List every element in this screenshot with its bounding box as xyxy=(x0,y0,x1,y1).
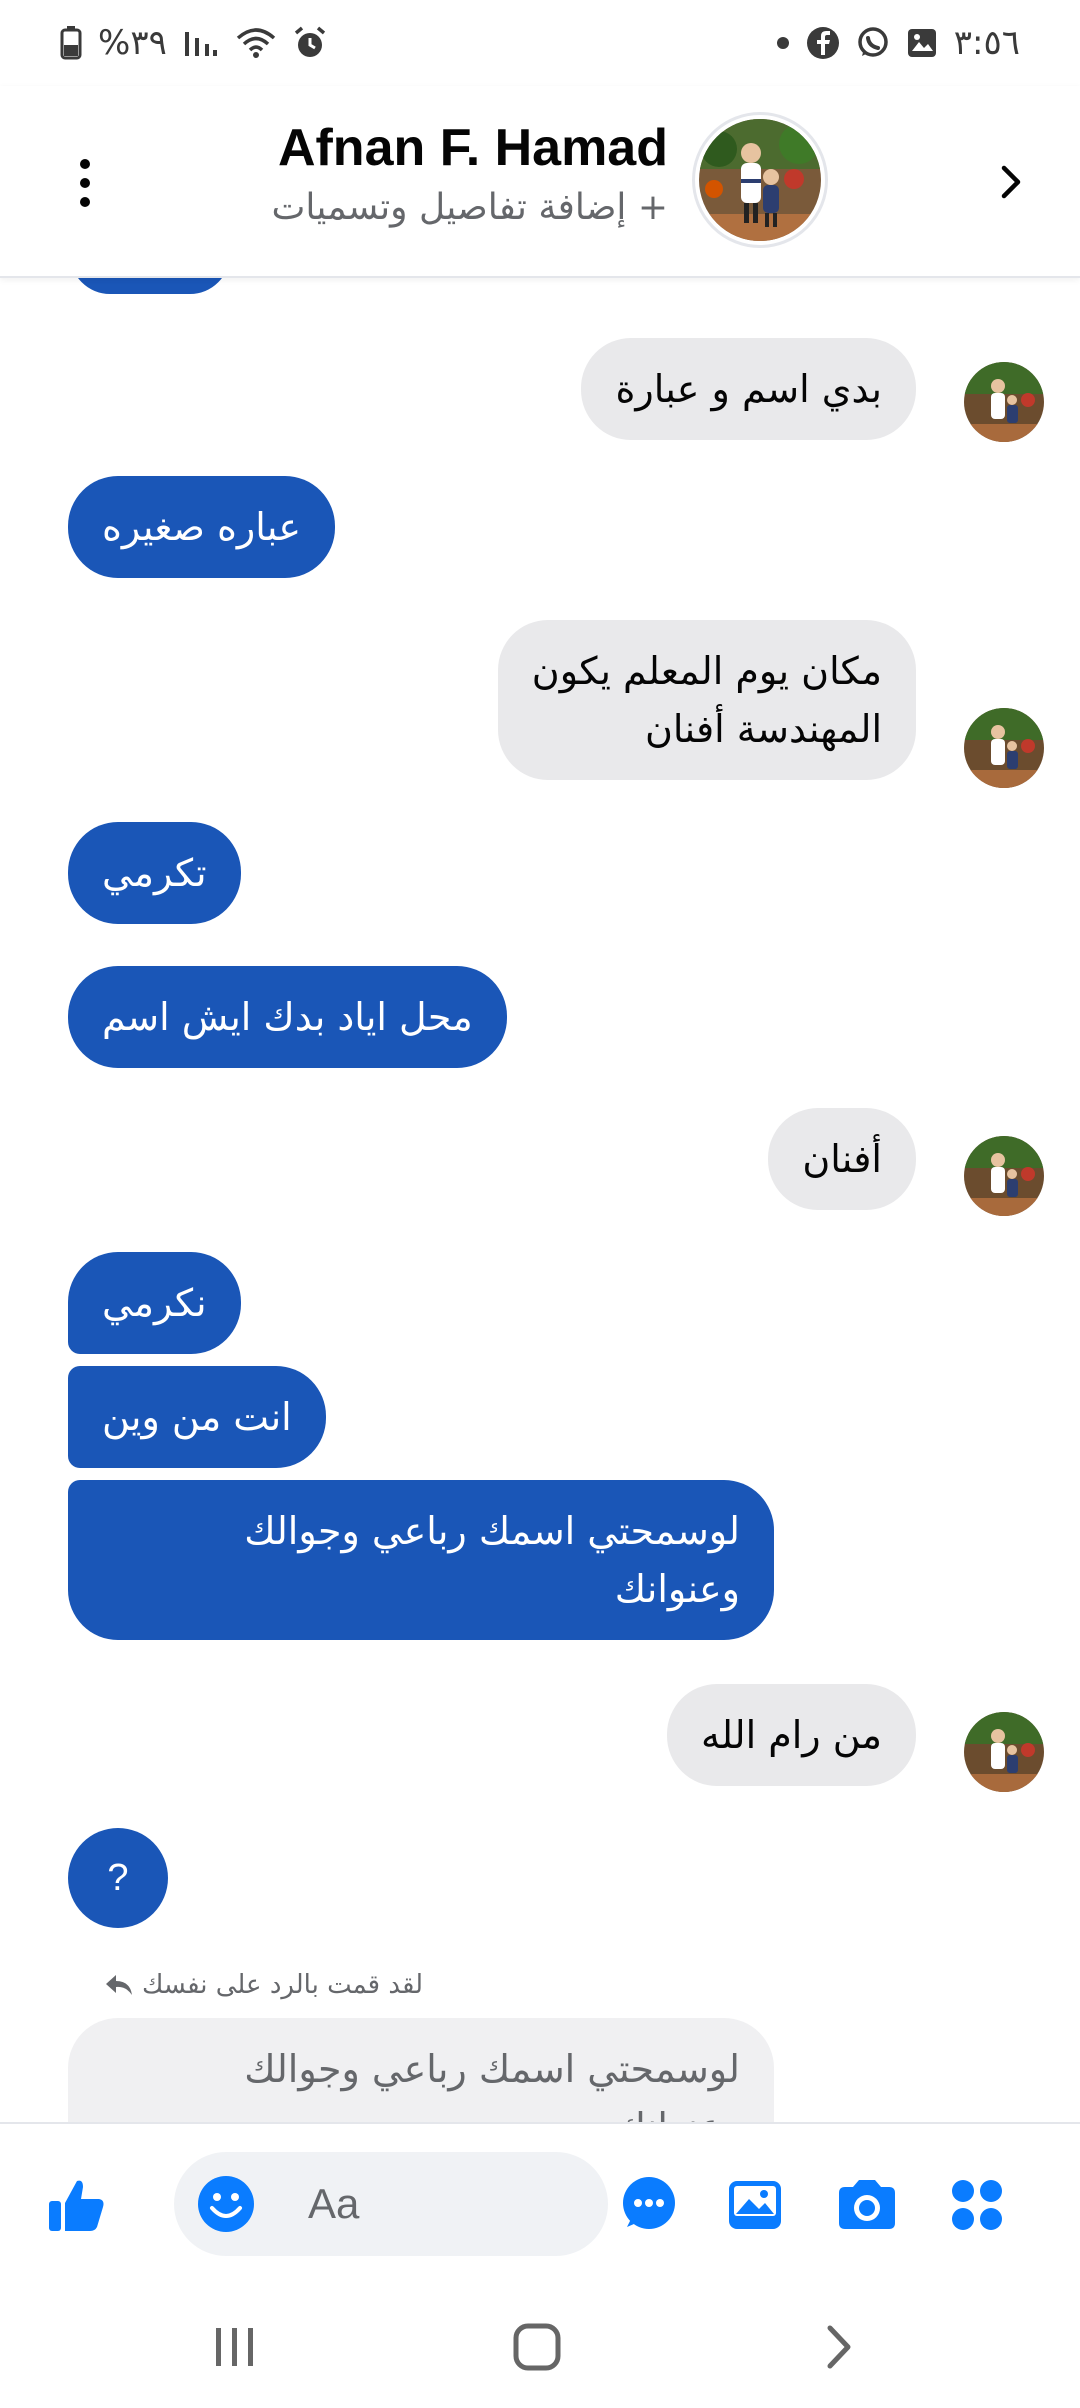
recent-apps-button[interactable] xyxy=(200,2312,270,2382)
chevron-right-icon xyxy=(1001,165,1021,199)
add-details-link[interactable]: + إضافة تفاصيل وتسميات xyxy=(272,180,669,236)
image-icon xyxy=(729,2181,781,2229)
more-options-button[interactable] xyxy=(60,148,110,218)
message-bubble-outgoing[interactable]: تكرمي xyxy=(68,822,241,924)
emoji-button[interactable] xyxy=(196,2174,256,2234)
chevron-right-icon xyxy=(827,2325,851,2369)
system-navigation-bar xyxy=(0,2282,1080,2408)
thumbs-up-icon xyxy=(49,2180,104,2231)
more-actions-button[interactable] xyxy=(942,2170,1012,2240)
recent-apps-icon xyxy=(216,2328,253,2366)
gallery-icon xyxy=(906,27,938,59)
back-button[interactable] xyxy=(980,152,1040,212)
message-bubble-outgoing[interactable]: لوسمحتي اسمك رباعي وجوالك وعنوانك xyxy=(68,1480,774,1640)
sender-avatar[interactable] xyxy=(964,1712,1044,1792)
message-bubble-incoming[interactable]: مكان يوم المعلم يكون المهندسة أفنان xyxy=(497,620,916,780)
message-bubble-outgoing[interactable]: ? xyxy=(68,1828,168,1928)
status-right: ٣:٥٦ xyxy=(776,23,1020,63)
home-icon xyxy=(513,2323,561,2371)
whatsapp-icon xyxy=(856,26,890,60)
message-bubble-incoming[interactable]: أفنان xyxy=(768,1108,916,1210)
dot-icon xyxy=(80,159,90,169)
message-bubble-outgoing[interactable]: عباره صغيره xyxy=(68,476,335,578)
battery-icon xyxy=(60,26,82,60)
avatar-photo xyxy=(964,708,1044,788)
status-time: ٣:٥٦ xyxy=(953,23,1020,63)
dot-icon xyxy=(80,178,90,188)
reply-indicator: لقد قمت بالرد على نفسك xyxy=(104,1970,423,2000)
status-bar: %٣٩ ٣:٥٦ xyxy=(0,0,1080,86)
message-bubble-outgoing[interactable]: محل اياد بدك ايش اسم xyxy=(68,966,507,1068)
message-composer xyxy=(0,2122,1080,2282)
camera-button[interactable] xyxy=(832,2170,902,2240)
nav-back-button[interactable] xyxy=(804,2312,874,2382)
signal-icon xyxy=(183,28,219,58)
like-button[interactable] xyxy=(42,2170,112,2240)
message-input[interactable] xyxy=(308,2170,588,2238)
message-bubble-incoming[interactable]: من رام الله xyxy=(667,1684,916,1786)
contact-info[interactable]: Afnan F. Hamad + إضافة تفاصيل وتسميات xyxy=(272,116,669,236)
message-bubble-outgoing[interactable]: انت من وين xyxy=(68,1366,326,1468)
avatar-photo xyxy=(699,119,821,241)
message-bubble-incoming[interactable]: بدي اسم و عبارة xyxy=(581,338,916,440)
contact-avatar[interactable] xyxy=(692,112,828,248)
message-bubble-outgoing[interactable]: نكرمي xyxy=(68,1252,241,1354)
grid-icon xyxy=(952,2180,1002,2230)
chat-bubble-dots-icon xyxy=(623,2177,675,2229)
wifi-icon xyxy=(235,26,277,60)
quoted-message[interactable]: لوسمحتي اسمك رباعي وجوالك وعنوانك xyxy=(68,2018,774,2122)
facebook-icon xyxy=(806,26,840,60)
dot-icon xyxy=(776,36,790,50)
avatar-photo xyxy=(964,1136,1044,1216)
camera-icon xyxy=(839,2180,895,2229)
sender-avatar[interactable] xyxy=(964,362,1044,442)
message-input-container[interactable] xyxy=(174,2152,608,2256)
gallery-button[interactable] xyxy=(720,2170,790,2240)
avatar-photo xyxy=(964,1712,1044,1792)
alarm-icon xyxy=(293,26,327,60)
home-button[interactable] xyxy=(502,2312,572,2382)
message-bubble-outgoing-partial[interactable] xyxy=(70,278,230,294)
reply-arrow-icon xyxy=(106,1975,132,1995)
reply-label-text: لقد قمت بالرد على نفسك xyxy=(142,1970,424,2000)
status-left: %٣٩ xyxy=(60,23,327,63)
sender-avatar[interactable] xyxy=(964,708,1044,788)
message-list[interactable]: بدي اسم و عبارة عباره صغيره مكان يوم الم… xyxy=(0,278,1080,2122)
conversation-header: Afnan F. Hamad + إضافة تفاصيل وتسميات xyxy=(0,86,1080,278)
chat-extensions-button[interactable] xyxy=(614,2170,684,2240)
dot-icon xyxy=(80,197,90,207)
avatar-photo xyxy=(964,362,1044,442)
contact-name: Afnan F. Hamad xyxy=(277,119,668,177)
smiley-icon xyxy=(198,2176,254,2232)
sender-avatar[interactable] xyxy=(964,1136,1044,1216)
battery-percent: %٣٩ xyxy=(98,23,167,63)
